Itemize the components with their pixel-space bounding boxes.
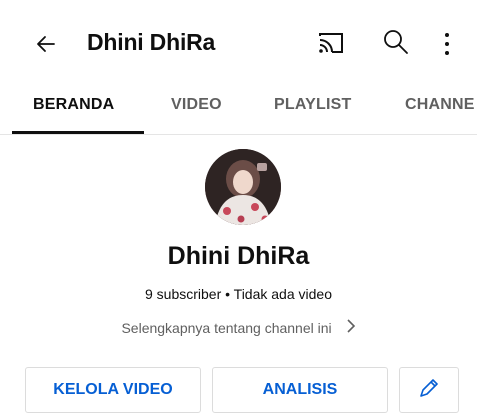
search-icon[interactable] (381, 27, 411, 57)
cast-icon[interactable] (316, 30, 346, 56)
tabs-divider (0, 134, 477, 135)
tab-channels[interactable]: CHANNE (405, 96, 475, 114)
channel-meta: 9 subscriber • Tidak ada video (144, 286, 332, 302)
analytics-button[interactable]: ANALISIS (212, 367, 388, 413)
more-vert-icon[interactable] (437, 29, 457, 59)
tab-video[interactable]: VIDEO (171, 96, 222, 114)
channel-title: Dhini DhiRa (87, 29, 216, 55)
edit-channel-button[interactable] (399, 367, 459, 413)
channel-tabs: BERANDA VIDEO PLAYLIST CHANNE (0, 86, 477, 134)
channel-name: Dhini DhiRa (167, 242, 310, 270)
about-channel-label: Selengkapnya tentang channel ini (121, 320, 332, 336)
about-channel-link[interactable]: Selengkapnya tentang channel ini (0, 319, 477, 336)
chevron-right-icon (346, 319, 356, 336)
tab-beranda[interactable]: BERANDA (33, 96, 114, 114)
pencil-icon (417, 376, 441, 405)
manage-videos-button[interactable]: KELOLA VIDEO (25, 367, 201, 413)
tab-playlist[interactable]: PLAYLIST (274, 96, 351, 114)
back-arrow-icon[interactable] (30, 28, 62, 60)
app-bar: Dhini DhiRa (0, 0, 477, 86)
channel-avatar[interactable] (205, 149, 281, 225)
